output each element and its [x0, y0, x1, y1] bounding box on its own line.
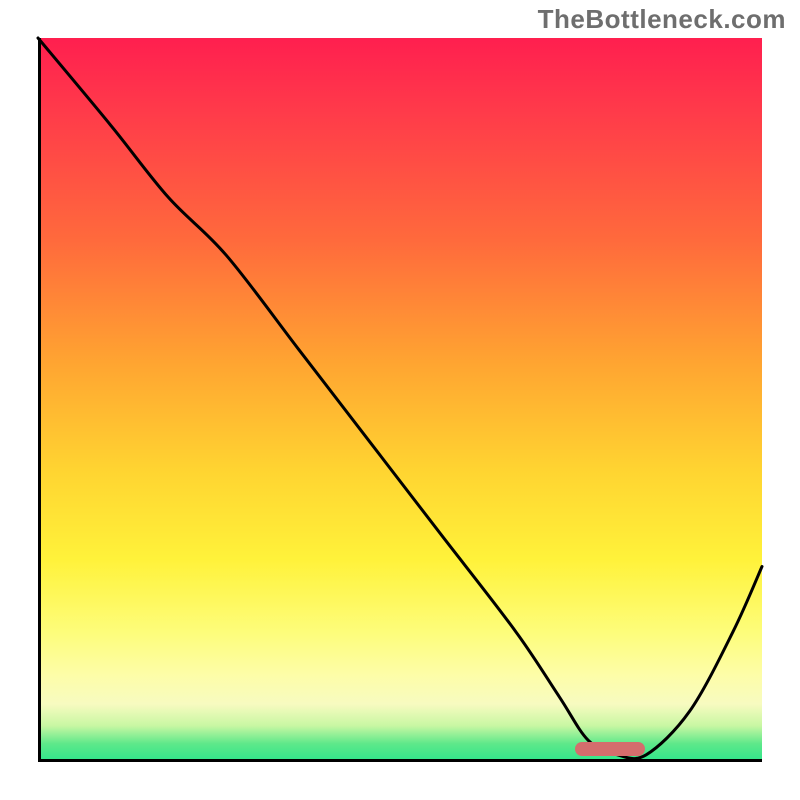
optimal-marker	[575, 742, 645, 756]
bottleneck-chart: TheBottleneck.com	[0, 0, 800, 800]
bottleneck-curve	[38, 38, 762, 762]
watermark-text: TheBottleneck.com	[538, 4, 786, 35]
plot-area	[38, 38, 762, 762]
